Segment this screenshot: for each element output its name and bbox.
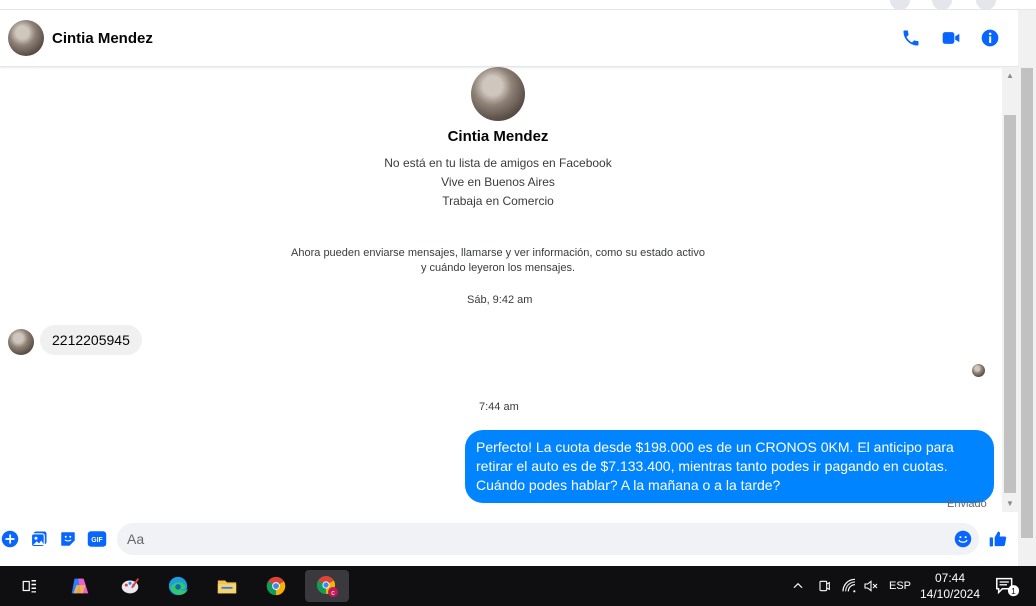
message-thread: Cintia Mendez No está en tu lista de ami…	[0, 67, 1002, 512]
phone-icon[interactable]	[899, 26, 923, 50]
message-status: Enviado	[947, 498, 987, 510]
messenger-window: Cintia Mendez Cintia Mendez No está en t…	[0, 0, 1036, 566]
contact-name[interactable]: Cintia Mendez	[52, 30, 153, 47]
message-timestamp: Sáb, 9:42 am	[467, 294, 533, 306]
sender-avatar[interactable]	[8, 329, 34, 355]
scroll-thumb[interactable]	[1004, 115, 1016, 493]
profile-location: Vive en Buenos Aires	[441, 175, 555, 189]
language-indicator[interactable]: ESP	[884, 566, 916, 606]
volume-muted-icon[interactable]	[860, 566, 882, 606]
emoji-icon[interactable]	[953, 529, 973, 549]
message-timestamp: 7:44 am	[479, 401, 519, 413]
scroll-down-arrow[interactable]: ▼	[1006, 499, 1014, 508]
file-explorer-icon[interactable]	[207, 570, 247, 602]
clock-time: 07:44	[934, 571, 966, 585]
chrome-icon[interactable]	[256, 570, 296, 602]
device-icon[interactable]	[814, 566, 834, 606]
copilot-icon[interactable]	[60, 570, 100, 602]
sticker-icon[interactable]	[58, 529, 78, 549]
gif-label: GIF	[91, 537, 103, 544]
message-input[interactable]	[117, 523, 979, 555]
svg-text:c: c	[331, 590, 335, 597]
clock-date: 14/10/2024	[919, 587, 981, 601]
wifi-icon[interactable]	[838, 566, 860, 606]
thread-scrollbar[interactable]: ▲ ▼	[1002, 67, 1018, 512]
profile-work: Trabaja en Comercio	[442, 194, 554, 208]
task-view-icon[interactable]	[10, 570, 50, 602]
profile-avatar[interactable]	[471, 67, 525, 121]
top-strip-circle[interactable]	[932, 0, 952, 10]
incoming-message[interactable]: 2212205945	[40, 325, 142, 355]
chrome-profile-icon-active[interactable]: c	[305, 570, 349, 602]
edge-browser-icon[interactable]	[158, 570, 198, 602]
privacy-notice-line-2: y cuándo leyeron los mensajes.	[420, 262, 576, 274]
scroll-up-arrow[interactable]: ▲	[1006, 71, 1014, 80]
like-icon[interactable]	[988, 529, 1008, 549]
page-scroll-thumb[interactable]	[1021, 68, 1033, 538]
notification-count: 1	[1011, 586, 1016, 596]
video-icon[interactable]	[939, 26, 963, 50]
browser-top-strip	[0, 0, 1036, 10]
top-strip-avatar[interactable]	[976, 0, 996, 10]
system-clock[interactable]: 07:44 14/10/2024	[915, 570, 985, 602]
page-scrollbar[interactable]	[1018, 10, 1036, 566]
contact-avatar[interactable]	[8, 20, 44, 56]
chat-header: Cintia Mendez	[0, 10, 1020, 67]
profile-name: Cintia Mendez	[447, 128, 549, 145]
windows-taskbar: c ESP 07:44 14/10/2024 1	[0, 566, 1036, 606]
read-receipt-avatar	[972, 364, 985, 377]
profile-friend-status: No está en tu lista de amigos en Faceboo…	[384, 156, 612, 170]
message-composer: GIF	[0, 512, 1018, 566]
info-icon[interactable]	[978, 26, 1002, 50]
paint-app-icon[interactable]	[110, 570, 150, 602]
outgoing-message[interactable]: Perfecto! La cuota desde $198.000 es de …	[465, 430, 994, 503]
notification-center-icon[interactable]: 1	[990, 566, 1024, 606]
top-strip-circle[interactable]	[890, 0, 910, 10]
privacy-notice-line-1: Ahora pueden enviarse mensajes, llamarse…	[291, 247, 705, 259]
plus-icon[interactable]	[0, 529, 20, 549]
gif-icon[interactable]: GIF	[86, 529, 108, 549]
chevron-up-icon[interactable]	[788, 566, 808, 606]
photo-icon[interactable]	[29, 529, 49, 549]
